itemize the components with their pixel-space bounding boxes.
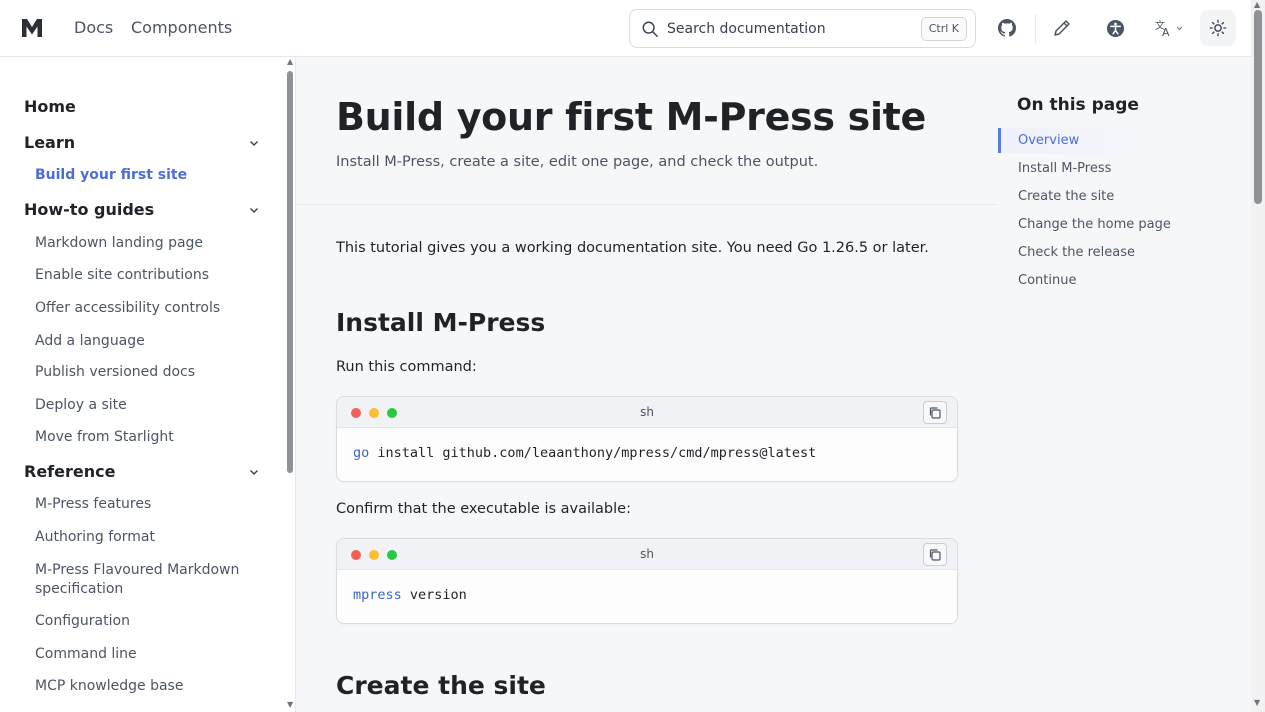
sidebar-item-markdown-landing[interactable]: Markdown landing page	[35, 234, 203, 253]
para-confirm: Confirm that the executable is available…	[336, 501, 631, 517]
heading-create-site: Create the site	[336, 671, 546, 700]
sidebar-group-learn[interactable]: Learn	[24, 133, 75, 152]
top-header: Docs Components Search documentation Ctr…	[0, 0, 1251, 57]
para-run-command: Run this command:	[336, 359, 477, 375]
page-subtitle: Install M-Press, create a site, edit one…	[336, 154, 819, 170]
sidebar-item-home[interactable]: Home	[24, 97, 76, 116]
search-shortcut: Ctrl K	[920, 17, 967, 41]
intro-paragraph: This tutorial gives you a working docume…	[336, 240, 929, 256]
main-content: Build your first M-Press site Install M-…	[297, 57, 997, 712]
code-language: sh	[640, 547, 654, 561]
sidebar-group-reference[interactable]: Reference	[24, 462, 115, 481]
toc-item-check-release[interactable]: Check the release	[1018, 245, 1135, 260]
divider	[297, 204, 997, 205]
toc-item-install[interactable]: Install M-Press	[1018, 161, 1111, 176]
chevron-down-icon[interactable]	[248, 466, 260, 478]
svg-text:A: A	[1162, 26, 1170, 38]
code-keyword: mpress	[353, 587, 402, 603]
toc-title: On this page	[1017, 95, 1139, 115]
github-icon[interactable]	[994, 15, 1020, 41]
toc-item-change-home[interactable]: Change the home page	[1018, 217, 1171, 232]
sidebar-scroll-thumb[interactable]	[287, 71, 293, 473]
code-language: sh	[640, 405, 654, 419]
sidebar-item-build-first-site[interactable]: Build your first site	[35, 166, 187, 185]
page-scroll-thumb[interactable]	[1254, 10, 1262, 204]
page-scroll-down[interactable]: ▼	[1254, 698, 1260, 707]
code-line[interactable]: mpress version	[353, 587, 467, 603]
code-line[interactable]: go install github.com/leaanthony/mpress/…	[353, 445, 816, 461]
sidebar-scrollbar[interactable]	[284, 61, 294, 712]
sidebar-item-mcp[interactable]: MCP knowledge base	[35, 677, 183, 696]
nav-docs[interactable]: Docs	[74, 18, 113, 37]
sidebar-item-add-language[interactable]: Add a language	[35, 332, 145, 351]
sidebar-item-accessibility[interactable]: Offer accessibility controls	[35, 299, 220, 318]
translate-icon[interactable]: 文A	[1153, 15, 1185, 41]
logo-m-icon[interactable]	[20, 16, 44, 40]
accessibility-icon[interactable]	[1102, 15, 1128, 41]
search-placeholder: Search documentation	[667, 21, 826, 37]
toc-item-create-site[interactable]: Create the site	[1018, 189, 1114, 204]
code-block-header: sh	[337, 539, 957, 570]
sidebar-scroll-down[interactable]: ▼	[287, 700, 293, 709]
copy-icon[interactable]	[923, 401, 947, 424]
sidebar-item-authoring-format[interactable]: Authoring format	[35, 528, 155, 547]
chevron-down-icon[interactable]	[248, 204, 260, 216]
header-divider	[1035, 14, 1036, 43]
pencil-icon[interactable]	[1049, 15, 1075, 41]
page-scroll-up[interactable]: ▲	[1254, 0, 1260, 9]
sidebar-item-markdown-spec[interactable]: M-Press Flavoured Markdown specification	[35, 561, 245, 599]
sidebar-item-configuration[interactable]: Configuration	[35, 612, 130, 631]
table-of-contents: On this page Overview Install M-Press Cr…	[998, 57, 1251, 712]
sidebar-group-how-to[interactable]: How-to guides	[24, 200, 154, 219]
sidebar-item-deploy[interactable]: Deploy a site	[35, 396, 127, 415]
sidebar-item-command-line[interactable]: Command line	[35, 645, 137, 664]
nav-components[interactable]: Components	[131, 18, 232, 37]
copy-icon[interactable]	[923, 543, 947, 566]
search-icon	[642, 21, 658, 37]
code-block: sh go install github.com/leaanthony/mpre…	[336, 396, 958, 482]
sidebar-item-features[interactable]: M-Press features	[35, 495, 151, 514]
page-title: Build your first M-Press site	[336, 95, 927, 139]
search-input[interactable]: Search documentation Ctrl K	[629, 9, 976, 48]
code-rest: version	[401, 587, 467, 603]
heading-install: Install M-Press	[336, 308, 546, 337]
toc-item-continue[interactable]: Continue	[1018, 273, 1076, 288]
code-keyword: go	[353, 445, 370, 461]
code-block-header: sh	[337, 397, 957, 428]
sidebar: Home Learn Build your first site How-to …	[0, 57, 296, 712]
sidebar-item-starlight[interactable]: Move from Starlight	[35, 428, 174, 447]
toc-item-overview[interactable]: Overview	[1018, 133, 1079, 148]
sun-icon[interactable]	[1200, 10, 1236, 46]
code-block: sh mpress version	[336, 538, 958, 624]
code-rest: install github.com/leaanthony/mpress/cmd…	[369, 445, 817, 461]
chevron-down-icon[interactable]	[248, 137, 260, 149]
sidebar-item-versioned-docs[interactable]: Publish versioned docs	[35, 363, 195, 382]
sidebar-item-site-contributions[interactable]: Enable site contributions	[35, 266, 209, 285]
page-scrollbar[interactable]: ▲ ▼	[1251, 0, 1265, 712]
